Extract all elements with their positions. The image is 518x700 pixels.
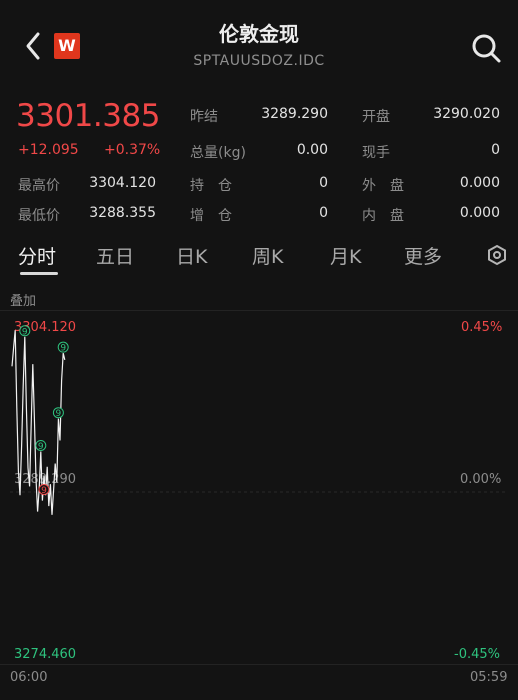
trade-marker-label: 9 xyxy=(60,344,66,354)
trade-marker-label: 9 xyxy=(22,327,28,337)
trade-marker-label: 9 xyxy=(41,486,47,496)
price-line xyxy=(11,330,66,515)
trade-marker-label: 9 xyxy=(56,409,62,419)
trade-marker-label: 9 xyxy=(38,442,44,452)
intraday-chart[interactable]: 9 9 9 9 9 xyxy=(0,0,518,700)
